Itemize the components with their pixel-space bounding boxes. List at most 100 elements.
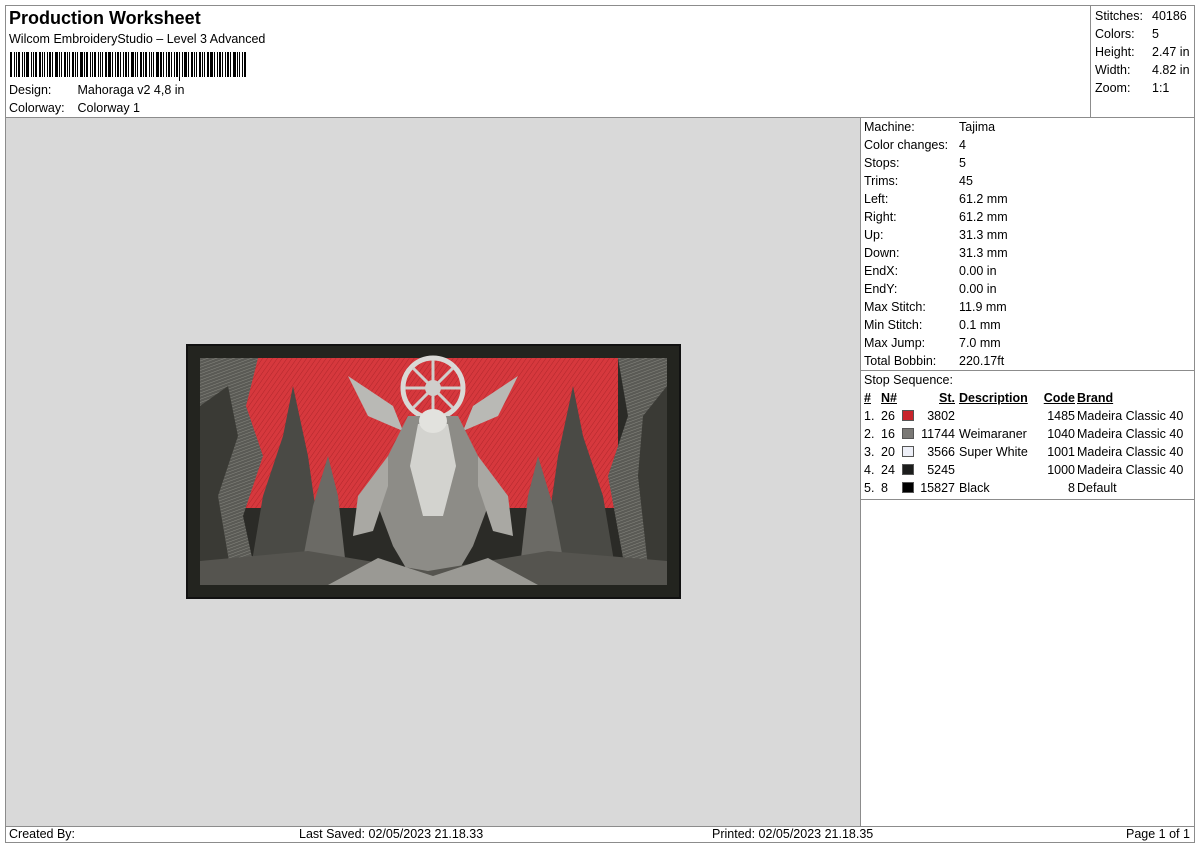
thread-code: 1001: [1047, 445, 1075, 459]
info-label: Machine:: [864, 120, 915, 134]
barcode-bar: [39, 52, 41, 77]
barcode-bar: [52, 52, 53, 77]
colorway-row: Colorway: Colorway 1: [9, 101, 140, 115]
page-title: Production Worksheet: [9, 8, 201, 28]
barcode-bar: [69, 52, 70, 77]
barcode-bar: [171, 52, 172, 77]
barcode-bar: [72, 52, 74, 77]
info-label: Total Bobbin:: [864, 354, 937, 368]
stat-value: 4.82 in: [1152, 63, 1190, 77]
stat-row-width: Width: 4.82 in: [1095, 61, 1194, 79]
barcode-bar: [33, 52, 34, 77]
barcode-bar: [196, 52, 197, 77]
colorway-value: Colorway 1: [77, 101, 141, 115]
stop-index: 1.: [864, 409, 875, 423]
machine-info-row: EndY: 0.00 in: [861, 280, 1194, 298]
machine-info-row: Min Stitch: 0.1 mm: [861, 316, 1194, 334]
info-label: EndY:: [864, 282, 898, 296]
info-value: 0.00 in: [959, 264, 997, 278]
last-saved: Last Saved: 02/05/2023 21.18.33: [299, 827, 484, 841]
barcode-bar: [135, 52, 136, 77]
barcode-bar: [210, 52, 213, 77]
stat-value: 40186: [1152, 9, 1187, 23]
barcode-bar: [64, 52, 66, 77]
barcode-bar: [233, 52, 236, 77]
stat-label: Height:: [1095, 45, 1135, 59]
info-label: Trims:: [864, 174, 899, 188]
barcode-bar: [230, 52, 231, 77]
barcode-bar: [153, 52, 154, 77]
barcode-bar: [22, 52, 23, 77]
barcode-bar: [182, 52, 183, 77]
barcode-bar: [105, 52, 107, 77]
info-value: 4: [959, 138, 966, 152]
barcode-bar: [115, 52, 116, 77]
barcode-bar: [149, 52, 150, 77]
barcode-bar: [166, 52, 167, 77]
color-swatch-cell: [902, 407, 918, 425]
barcode-bar: [59, 52, 60, 77]
barcode-bar: [98, 52, 99, 77]
barcode-bar: [202, 52, 203, 77]
info-value: 5: [959, 156, 966, 170]
thread-code: 1000: [1047, 463, 1075, 477]
barcode-bar: [123, 52, 124, 77]
barcode-bar: [10, 52, 12, 77]
stat-value: 5: [1152, 27, 1159, 41]
needle-number: 24: [881, 463, 895, 477]
stat-row-zoom: Zoom: 1:1: [1095, 79, 1194, 97]
barcode-bar: [31, 52, 32, 77]
machine-info-list: Machine: Tajima Color changes: 4 Stops: 5 Trim…: [861, 118, 1194, 370]
barcode-bar: [112, 52, 113, 77]
barcode-bar: [55, 52, 58, 77]
info-label: Down:: [864, 246, 900, 260]
needle-number: 20: [881, 445, 895, 459]
barcode-bar: [227, 52, 229, 77]
machine-info-row: Max Jump: 7.0 mm: [861, 334, 1194, 352]
thread-code: 1040: [1047, 427, 1075, 441]
thread-brand: Madeira Classic 40: [1077, 463, 1184, 477]
stat-value: 2.47 in: [1152, 45, 1190, 59]
info-value: 31.3 mm: [959, 246, 1008, 260]
stat-row-colors: Colors: 5: [1095, 25, 1194, 43]
info-value: 0.00 in: [959, 282, 997, 296]
color-swatch: [902, 464, 914, 475]
barcode-bar: [191, 52, 193, 77]
embroidery-artwork: [188, 346, 679, 597]
thread-code: 1485: [1047, 409, 1075, 423]
barcode-bar: [214, 52, 215, 77]
barcode-bar: [184, 52, 187, 77]
machine-info-row: Right: 61.2 mm: [861, 208, 1194, 226]
machine-info-row: Up: 31.3 mm: [861, 226, 1194, 244]
barcode-bar: [140, 52, 142, 77]
barcode-bar: [117, 52, 119, 77]
info-label: Max Jump:: [864, 336, 926, 350]
barcode-bar: [86, 52, 88, 77]
thread-description: [959, 461, 1039, 479]
col-header-code: Code: [1043, 391, 1075, 405]
stop-sequence-row: 1. 26 3802 1485 Madeira Classic 40: [864, 407, 1187, 425]
info-label: Right:: [864, 210, 897, 224]
needle-number: 16: [881, 427, 895, 441]
barcode-bar: [163, 52, 164, 77]
info-label: Stops:: [864, 156, 900, 170]
design-preview-canvas: [6, 118, 861, 826]
design-stats: Stitches: 40186 Colors: 5 Height: 2.47 in W…: [1090, 6, 1194, 118]
barcode-bar: [75, 52, 76, 77]
stop-sequence-row: 5. 8 15827 Black 8 Default: [864, 479, 1187, 497]
info-value: 61.2 mm: [959, 192, 1008, 206]
stat-label: Width:: [1095, 63, 1131, 77]
barcode: [10, 52, 290, 81]
barcode-bar: [207, 52, 209, 77]
barcode-bar: [100, 52, 101, 77]
stat-label: Zoom:: [1095, 81, 1131, 95]
info-value: 61.2 mm: [959, 210, 1008, 224]
barcode-bar: [204, 52, 205, 77]
stop-index: 5.: [864, 481, 875, 495]
col-header-needle: N#: [881, 391, 897, 405]
barcode-bar: [151, 52, 152, 77]
embroidery-patch-preview: [186, 344, 681, 599]
color-swatch: [902, 446, 914, 457]
barcode-bar: [94, 52, 96, 77]
barcode-bar: [237, 52, 238, 77]
